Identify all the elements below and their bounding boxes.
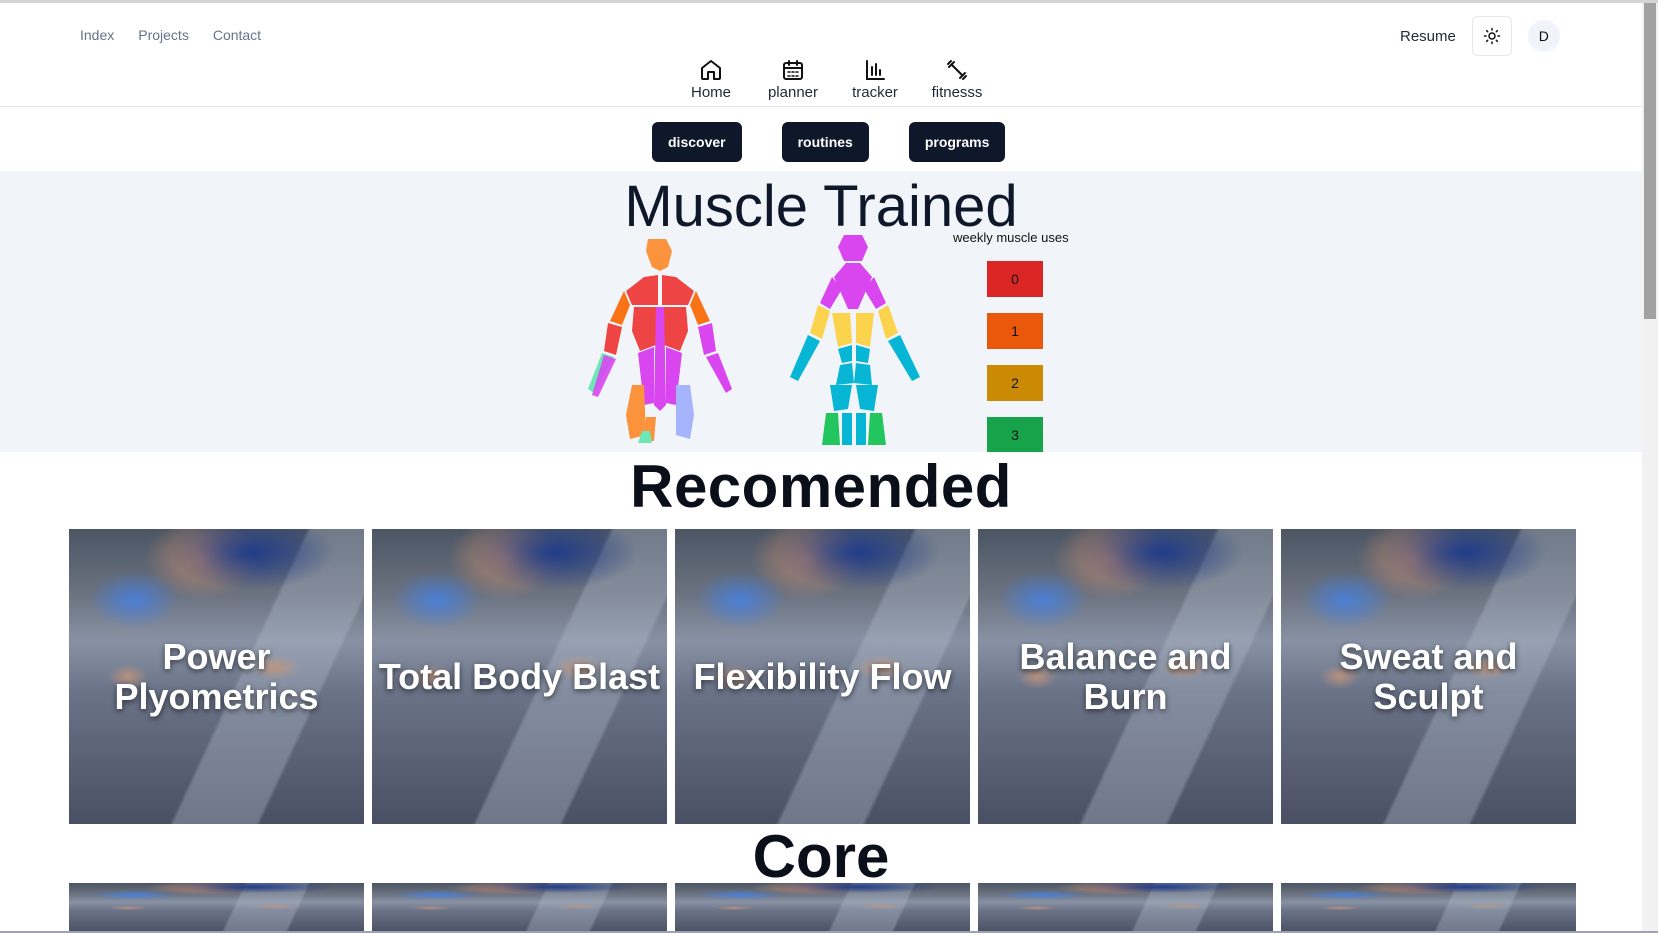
nav-link-index[interactable]: Index (80, 27, 114, 43)
section-tabs: discover routines programs (652, 122, 1006, 162)
workout-card[interactable] (978, 883, 1273, 933)
core-cards (69, 883, 1576, 933)
front-body-diagram (588, 239, 732, 443)
tab-programs[interactable]: programs (908, 122, 1006, 162)
workout-card-title: Balance and Burn (1019, 635, 1232, 717)
muscle-trained-section: Muscle Trained weekly muscle uses 0 1 2 … (0, 171, 1642, 452)
back-body-diagram (790, 235, 920, 445)
tab-discover[interactable]: discover (652, 122, 742, 162)
muscle-trained-title: Muscle Trained (624, 174, 1018, 239)
workout-card[interactable] (1281, 883, 1576, 933)
workout-card-title: Sweat and Sculpt (1339, 635, 1518, 717)
calendar-icon (783, 60, 803, 80)
bar-chart-icon (866, 60, 885, 80)
nav-item-label: fitnesss (931, 84, 983, 101)
workout-card-title: Total Body Blast (378, 655, 661, 697)
recommended-title: Recomended (630, 453, 1012, 520)
workout-photo (372, 883, 667, 933)
nav-item-label: planner (767, 84, 819, 101)
nav-item-label: Home (690, 84, 731, 101)
workout-photo (978, 883, 1273, 933)
workout-card-title: Power Plyometrics (114, 635, 319, 717)
recommended-cards: Power Plyometrics Total Body Blast Flexi… (69, 529, 1576, 824)
nav-item-fitness[interactable]: fitnesss (916, 58, 998, 101)
workout-card[interactable] (69, 883, 364, 933)
top-navigation: Index Projects Contact Home planner trac… (0, 3, 1642, 107)
nav-item-home[interactable]: Home (670, 58, 752, 101)
nav-item-label: tracker (852, 84, 898, 101)
left-links: Index Projects Contact (80, 27, 261, 43)
home-icon (701, 60, 721, 80)
avatar[interactable]: D (1527, 20, 1560, 52)
workout-card[interactable] (675, 883, 970, 933)
sun-icon (1483, 27, 1501, 45)
legend-item-3: 3 (987, 417, 1043, 452)
resume-link[interactable]: Resume (1400, 28, 1456, 45)
legend-title: weekly muscle uses (953, 230, 1069, 245)
theme-toggle-button[interactable] (1471, 16, 1512, 56)
header-actions: Resume D (1400, 16, 1560, 56)
legend-item-1: 1 (987, 313, 1043, 349)
workout-card[interactable]: Power Plyometrics (69, 529, 364, 824)
workout-photo (1281, 883, 1576, 933)
workout-card[interactable]: Total Body Blast (372, 529, 667, 824)
legend-item-2: 2 (987, 365, 1043, 401)
nav-item-tracker[interactable]: tracker (834, 58, 916, 101)
core-title: Core (752, 823, 890, 890)
scrollbar-thumb[interactable] (1644, 3, 1656, 319)
workout-card[interactable]: Sweat and Sculpt (1281, 529, 1576, 824)
app-nav: Home planner tracker fitnesss (670, 58, 998, 101)
nav-link-projects[interactable]: Projects (138, 27, 189, 43)
workout-card-title: Flexibility Flow (693, 655, 952, 697)
workout-card[interactable] (372, 883, 667, 933)
nav-link-contact[interactable]: Contact (213, 27, 261, 43)
tab-routines[interactable]: routines (781, 122, 869, 162)
workout-photo (69, 883, 364, 933)
workout-card[interactable]: Balance and Burn (978, 529, 1273, 824)
legend-item-0: 0 (987, 261, 1043, 297)
page-scrollbar[interactable] (1642, 3, 1658, 933)
nav-item-planner[interactable]: planner (752, 58, 834, 101)
workout-card[interactable]: Flexibility Flow (675, 529, 970, 824)
workout-photo (675, 883, 970, 933)
dumbbell-icon (947, 60, 967, 80)
